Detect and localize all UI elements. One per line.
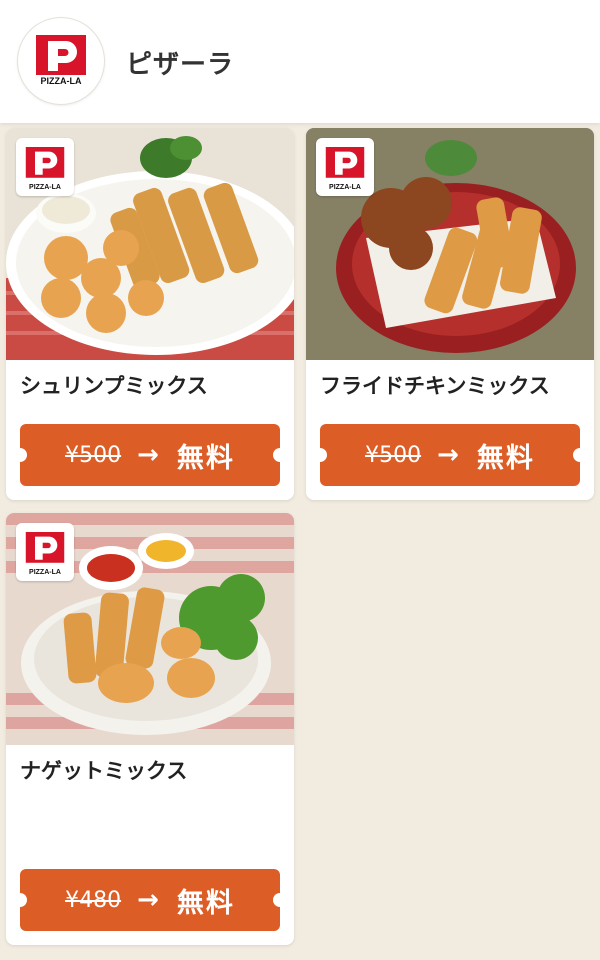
pizzala-badge-icon bbox=[25, 147, 65, 178]
coupon-card-fried-chicken[interactable]: PIZZA-LA フライドチキンミックス ¥500 → 無料 bbox=[306, 128, 594, 500]
arrow-right-icon: → bbox=[137, 885, 159, 915]
ticket-notch bbox=[13, 893, 27, 907]
coupon-card-shrimp[interactable]: PIZZA-LA シュリンプミックス ¥500 → 無料 bbox=[6, 128, 294, 500]
pizzala-badge-icon bbox=[25, 532, 65, 563]
product-photo: PIZZA-LA bbox=[6, 128, 294, 360]
ticket-notch bbox=[313, 448, 327, 462]
original-price: ¥500 bbox=[65, 442, 122, 468]
product-photo: PIZZA-LA bbox=[6, 513, 294, 745]
redeem-coupon-button[interactable]: ¥480 → 無料 bbox=[13, 869, 287, 931]
product-name: シュリンプミックス bbox=[20, 374, 208, 398]
logo-wordmark: PIZZA-LA bbox=[40, 76, 82, 86]
product-name: ナゲットミックス bbox=[20, 759, 188, 783]
ticket-notch bbox=[13, 448, 27, 462]
ticket-notch bbox=[573, 448, 587, 462]
offer-label: 無料 bbox=[176, 442, 235, 474]
arrow-right-icon: → bbox=[137, 440, 159, 470]
badge-wordmark: PIZZA-LA bbox=[29, 569, 61, 576]
brand-badge: PIZZA-LA bbox=[16, 523, 74, 581]
badge-wordmark: PIZZA-LA bbox=[329, 184, 361, 191]
brand-badge: PIZZA-LA bbox=[16, 138, 74, 196]
page-title: ピザーラ bbox=[126, 50, 235, 80]
ticket-notch bbox=[273, 893, 287, 907]
product-photo: PIZZA-LA bbox=[306, 128, 594, 360]
redeem-coupon-button[interactable]: ¥500 → 無料 bbox=[313, 424, 587, 486]
offer-label: 無料 bbox=[476, 442, 535, 474]
badge-wordmark: PIZZA-LA bbox=[29, 184, 61, 191]
original-price: ¥500 bbox=[365, 442, 422, 468]
pizzala-badge-icon bbox=[325, 147, 365, 178]
coupon-card-nugget[interactable]: PIZZA-LA ナゲットミックス ¥480 → 無料 bbox=[6, 513, 294, 945]
product-name: フライドチキンミックス bbox=[320, 374, 550, 398]
original-price: ¥480 bbox=[65, 887, 122, 913]
app-header: PIZZA-LA ピザーラ bbox=[0, 0, 600, 123]
ticket-notch bbox=[273, 448, 287, 462]
brand-badge: PIZZA-LA bbox=[316, 138, 374, 196]
offer-label: 無料 bbox=[176, 887, 235, 919]
pizzala-logo[interactable]: PIZZA-LA bbox=[18, 18, 104, 104]
redeem-coupon-button[interactable]: ¥500 → 無料 bbox=[13, 424, 287, 486]
arrow-right-icon: → bbox=[437, 440, 459, 470]
